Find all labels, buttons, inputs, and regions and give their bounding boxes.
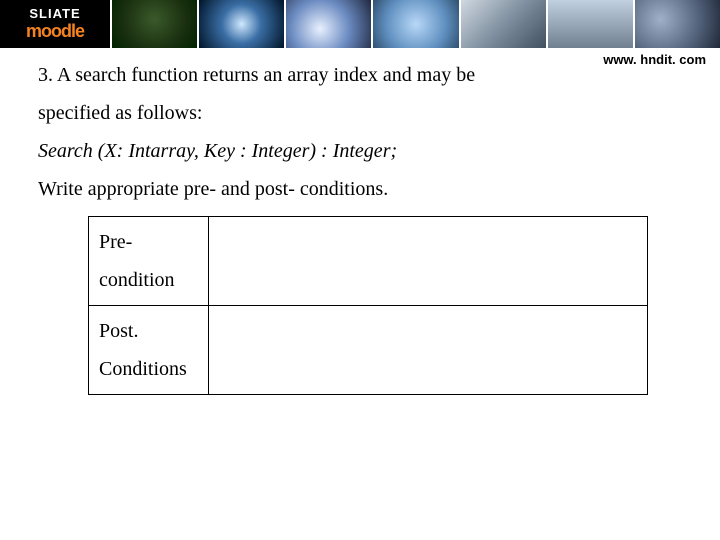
table-row: Pre-condition — [89, 217, 648, 306]
precondition-value — [208, 217, 647, 306]
question-line-1: 3. A search function returns an array in… — [38, 56, 682, 94]
url-watermark: www. hndit. com — [603, 52, 706, 67]
instruction-text: Write appropriate pre- and post- conditi… — [38, 170, 682, 208]
question-text-1: A search function returns an array index… — [57, 64, 475, 86]
banner-tile — [633, 0, 720, 48]
logo-top-text: SLIATE — [26, 6, 84, 21]
site-logo: SLIATE moodle — [0, 0, 110, 48]
banner-image-strip — [110, 0, 720, 48]
banner-tile — [197, 0, 284, 48]
postcondition-label: Post. Conditions — [89, 306, 209, 395]
conditions-table-wrap: Pre-condition Post. Conditions — [88, 216, 682, 395]
slide-body: 3. A search function returns an array in… — [0, 48, 720, 395]
banner-tile — [110, 0, 197, 48]
banner-tile — [546, 0, 633, 48]
question-number: 3. — [38, 64, 57, 86]
precondition-label: Pre-condition — [89, 217, 209, 306]
postcondition-value — [208, 306, 647, 395]
header-banner: SLIATE moodle — [0, 0, 720, 48]
banner-tile — [459, 0, 546, 48]
question-line-2: specified as follows: — [38, 94, 682, 132]
banner-tile — [371, 0, 458, 48]
conditions-table: Pre-condition Post. Conditions — [88, 216, 648, 395]
banner-tile — [284, 0, 371, 48]
table-row: Post. Conditions — [89, 306, 648, 395]
function-signature: Search (X: Intarray, Key : Integer) : In… — [38, 132, 682, 170]
logo-bottom-text: moodle — [26, 21, 84, 42]
